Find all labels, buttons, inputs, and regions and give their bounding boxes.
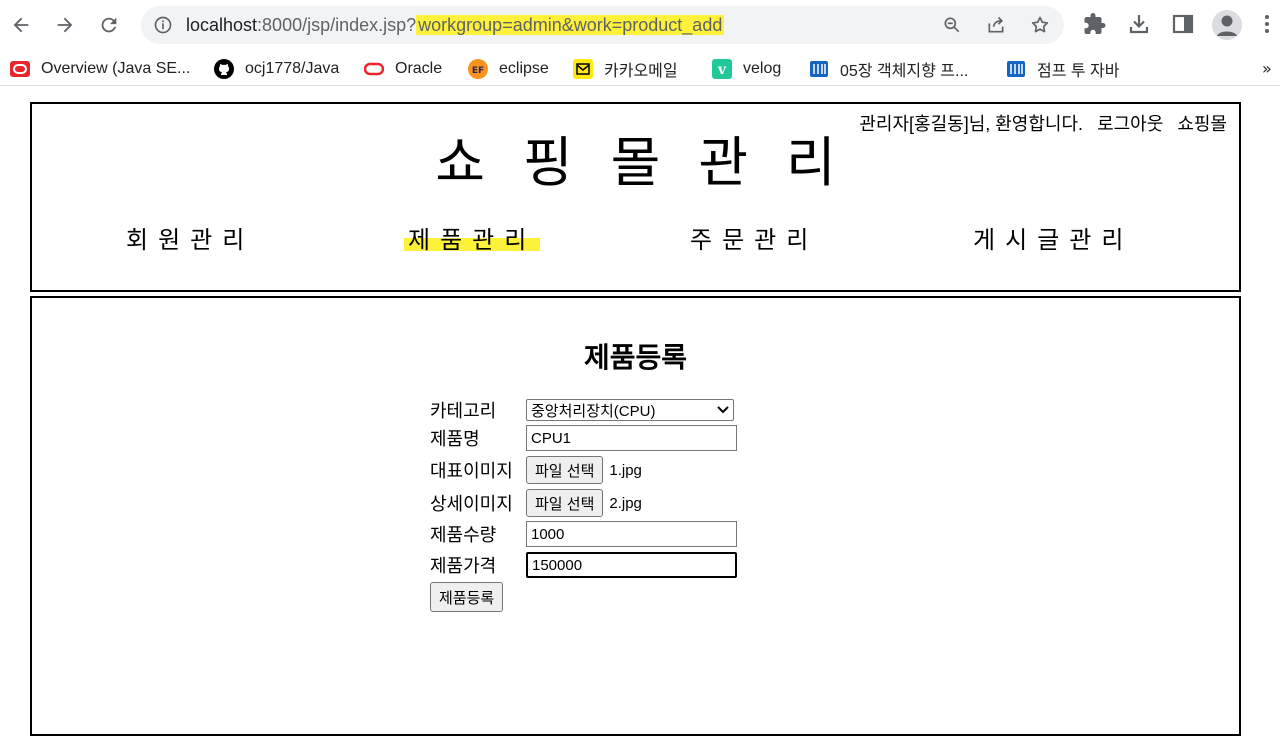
price-input[interactable]: 150000 — [526, 552, 737, 578]
quantity-input[interactable]: 1000 — [526, 521, 737, 547]
menu-board[interactable]: 게시글관리 — [973, 220, 1133, 255]
bookmark-label: Overview (Java SE... — [41, 60, 191, 77]
kakao-mail-icon — [573, 59, 593, 79]
bookmark-wikidocs-05[interactable]: 05장 객체지향 프... — [809, 58, 968, 80]
extensions-icon[interactable] — [1083, 12, 1107, 36]
category-selected: 중앙처리장치(CPU) — [531, 402, 656, 420]
content-area: 제품등록 카테고리 중앙처리장치(CPU) 제품명 CPU1 대표이미지 파일 … — [30, 296, 1241, 736]
share-icon[interactable] — [986, 15, 1006, 35]
reload-button[interactable] — [94, 10, 124, 40]
detail-image-filename: 2.jpg — [609, 494, 642, 512]
eclipse-icon: EF — [468, 59, 488, 79]
bookmark-label: eclipse — [499, 60, 549, 77]
bookmark-eclipse[interactable]: EF eclipse — [468, 58, 549, 80]
main-image-row: 대표이미지 파일 선택 1.jpg — [430, 456, 642, 484]
svg-text:EF: EF — [472, 66, 484, 76]
arrow-left-icon — [13, 17, 29, 33]
menu-product[interactable]: 제품관리 — [404, 220, 541, 255]
browser-toolbar: localhost:8000/jsp/index.jsp? workgroup=a… — [0, 0, 1280, 52]
main-image-label: 대표이미지 — [430, 461, 513, 481]
url-query: workgroup=admin&work=product_add — [416, 15, 725, 35]
oracle-ring-icon — [364, 59, 384, 79]
main-image-filename: 1.jpg — [609, 461, 642, 479]
url-host: localhost — [186, 15, 258, 35]
detail-image-file-button[interactable]: 파일 선택 — [526, 489, 604, 517]
url-text[interactable]: localhost:8000/jsp/index.jsp? workgroup=a… — [186, 14, 725, 36]
price-row: 제품가격 150000 — [430, 551, 737, 579]
bookmark-label: Oracle — [395, 60, 443, 77]
main-image-file-button[interactable]: 파일 선택 — [526, 456, 604, 484]
bookmarks-bar: Overview (Java SE... ocj1778/Java Oracle… — [0, 52, 1280, 86]
price-label: 제품가격 — [430, 556, 497, 576]
menu-label: 회원관리 — [126, 227, 255, 254]
star-icon[interactable] — [1030, 15, 1050, 35]
category-row: 카테고리 중앙처리장치(CPU) — [430, 396, 734, 424]
submit-button[interactable]: 제품등록 — [430, 582, 504, 612]
category-label: 카테고리 — [430, 401, 497, 421]
name-row: 제품명 CPU1 — [430, 424, 737, 452]
bookmark-label: 카카오메일 — [604, 63, 678, 80]
menu-order[interactable]: 주문관리 — [690, 220, 818, 255]
url-path: :8000/jsp/index.jsp? — [257, 15, 417, 35]
arrow-right-icon — [57, 17, 73, 33]
bookmarks-more-button[interactable]: » — [1262, 59, 1272, 78]
bookmark-label: velog — [743, 60, 782, 77]
menu-label: 제품관리 — [404, 227, 541, 254]
oracle-icon — [10, 59, 30, 79]
forward-button[interactable] — [50, 10, 80, 40]
wikidocs-icon — [809, 59, 829, 79]
velog-icon: v — [712, 59, 732, 79]
zoom-icon[interactable] — [942, 15, 962, 35]
reload-icon — [101, 17, 117, 33]
page-title: 쇼핑몰관리 — [435, 133, 874, 193]
bookmark-label: ocj1778/Java — [245, 60, 340, 77]
quantity-label: 제품수량 — [430, 525, 497, 545]
menu-member[interactable]: 회원관리 — [126, 220, 254, 255]
menu-label: 주문관리 — [690, 227, 819, 254]
category-select[interactable]: 중앙처리장치(CPU) — [526, 399, 734, 421]
detail-image-label: 상세이미지 — [430, 494, 513, 514]
detail-image-row: 상세이미지 파일 선택 2.jpg — [430, 489, 642, 517]
wikidocs-icon — [1006, 59, 1026, 79]
kebab-menu-icon[interactable] — [1255, 12, 1279, 36]
name-input[interactable]: CPU1 — [526, 425, 737, 451]
github-icon — [214, 59, 234, 79]
bookmark-wikidocs-jump[interactable]: 점프 투 자바 — [1006, 58, 1120, 80]
person-icon — [1217, 15, 1237, 36]
chevron-down-icon — [717, 406, 729, 414]
bookmark-github[interactable]: ocj1778/Java — [214, 58, 339, 80]
back-button[interactable] — [6, 10, 36, 40]
address-bar[interactable]: localhost:8000/jsp/index.jsp? workgroup=a… — [141, 6, 1064, 44]
bookmark-java-se[interactable]: Overview (Java SE... — [10, 58, 190, 80]
bookmark-oracle[interactable]: Oracle — [364, 58, 442, 80]
bookmark-label: 점프 투 자바 — [1037, 63, 1120, 80]
quantity-row: 제품수량 1000 — [430, 520, 737, 548]
site-header: 관리자[홍길동]님, 환영합니다. 로그아웃 쇼핑몰 쇼핑몰관리 회원관리 제품관리… — [30, 102, 1241, 292]
svg-text:v: v — [717, 62, 727, 78]
bookmark-label: 05장 객체지향 프... — [840, 63, 969, 80]
form-title: 제품등록 — [583, 342, 688, 373]
menu-label: 게시글관리 — [973, 227, 1134, 254]
name-label: 제품명 — [430, 429, 480, 449]
info-icon[interactable] — [153, 15, 173, 35]
bookmark-kakao-mail[interactable]: 카카오메일 — [573, 58, 678, 80]
profile-avatar[interactable] — [1212, 10, 1242, 40]
download-icon[interactable] — [1127, 12, 1151, 36]
bookmark-velog[interactable]: v velog — [712, 58, 781, 80]
side-panel-icon[interactable] — [1171, 12, 1195, 36]
